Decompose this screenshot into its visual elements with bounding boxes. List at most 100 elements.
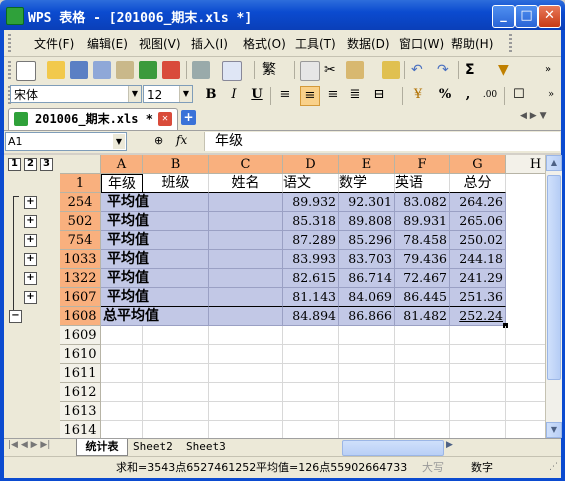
empty-grid[interactable] [101, 326, 545, 438]
cell-empty[interactable] [209, 307, 283, 326]
cell-english[interactable]: 79.436 [395, 250, 450, 269]
format-painter-icon[interactable] [382, 61, 400, 79]
cell-average-label[interactable]: 平均值 [101, 288, 209, 307]
bold-button[interactable]: B [202, 86, 220, 104]
open-folder-icon[interactable] [47, 61, 65, 79]
outline-level-2-button[interactable]: 2 [24, 158, 37, 171]
sheet-nav-icons[interactable]: |◀ ◀ ▶ ▶| [8, 440, 50, 450]
worksheet-grid[interactable]: 1 2 3 + + + + + + − A B C D E F G H 1 年级… [4, 155, 545, 438]
export-pdf-icon[interactable] [162, 61, 180, 79]
font-size-combo[interactable]: 12 ▼ [143, 85, 193, 103]
cell-total-average-label[interactable]: 总平均值 [101, 307, 209, 326]
cell-chinese[interactable]: 85.318 [283, 212, 339, 231]
minimize-button[interactable]: _ [492, 5, 515, 28]
formatbar-overflow-icon[interactable]: » [542, 86, 560, 104]
align-right-icon[interactable]: ≡ [324, 86, 342, 104]
column-header-d[interactable]: D [283, 155, 339, 174]
save-icon[interactable] [70, 61, 88, 79]
row-header[interactable]: 1322 [60, 269, 101, 288]
copy-icon[interactable] [300, 61, 320, 81]
cell-math[interactable]: 83.703 [339, 250, 395, 269]
outline-level-3-button[interactable]: 3 [40, 158, 53, 171]
document-tab[interactable]: 201006_期末.xls * ✕ [8, 108, 178, 130]
sheet-tab-statistics[interactable]: 统计表 [76, 439, 128, 456]
close-tab-icon[interactable]: ✕ [158, 112, 172, 126]
fx-icon[interactable]: fx [176, 133, 187, 147]
expand-group-button[interactable]: + [24, 291, 37, 304]
cell-english[interactable]: 83.082 [395, 193, 450, 212]
print-preview-icon[interactable] [116, 61, 134, 79]
collapse-group-button[interactable]: − [9, 310, 22, 323]
font-name-combo[interactable]: 宋体 ▼ [10, 85, 142, 103]
maximize-button[interactable]: □ [515, 5, 538, 28]
cell-math[interactable]: 92.301 [339, 193, 395, 212]
row-header[interactable]: 1609 [60, 326, 101, 345]
menu-tools[interactable]: 工具(T) [295, 35, 336, 52]
cell-d1[interactable]: 语文 [283, 174, 339, 193]
chevron-down-icon[interactable]: ▼ [179, 86, 192, 102]
cut-icon[interactable]: ✂ [324, 61, 336, 79]
expand-group-button[interactable]: + [24, 272, 37, 285]
zoom-function-icon[interactable]: ⊕ [154, 134, 163, 147]
column-header-e[interactable]: E [339, 155, 395, 174]
cell-chinese[interactable]: 87.289 [283, 231, 339, 250]
paste-icon[interactable] [346, 61, 364, 79]
menu-file[interactable]: 文件(F) [34, 35, 74, 52]
row-header[interactable]: 1611 [60, 364, 101, 383]
menu-help[interactable]: 帮助(H) [451, 35, 493, 52]
column-header-g[interactable]: G [450, 155, 506, 174]
cell-f1[interactable]: 英语 [395, 174, 450, 193]
undo-icon[interactable]: ↶ [411, 61, 423, 79]
cell-total[interactable]: 244.18 [450, 250, 506, 269]
formula-input[interactable]: 年级 [204, 132, 560, 151]
save-as-icon[interactable] [93, 61, 111, 79]
scroll-right-icon[interactable]: ▶ [446, 440, 453, 450]
name-box[interactable]: A1 ▼ [5, 132, 127, 151]
cell-total[interactable]: 251.36 [450, 288, 506, 307]
menu-format[interactable]: 格式(O) [243, 35, 286, 52]
scroll-down-icon[interactable]: ▼ [546, 422, 562, 438]
cell-average-label[interactable]: 平均值 [101, 269, 209, 288]
cell-english[interactable]: 72.467 [395, 269, 450, 288]
row-header[interactable]: 1608 [60, 307, 101, 326]
cell-average-label[interactable]: 平均值 [101, 212, 209, 231]
comma-button[interactable]: , [459, 86, 477, 104]
cell-empty[interactable] [209, 269, 283, 288]
chevron-down-icon[interactable]: ▼ [113, 134, 125, 149]
outline-level-1-button[interactable]: 1 [8, 158, 21, 171]
autosum-icon[interactable]: Σ [465, 61, 475, 79]
cell-empty[interactable] [209, 250, 283, 269]
preview-icon[interactable] [222, 61, 242, 81]
menu-view[interactable]: 视图(V) [139, 35, 181, 52]
cell-average-label[interactable]: 平均值 [101, 231, 209, 250]
chevron-down-icon[interactable]: ▼ [128, 86, 141, 102]
currency-icon[interactable]: ¥ [409, 86, 427, 104]
cell-english[interactable]: 89.931 [395, 212, 450, 231]
row-header[interactable]: 1614 [60, 421, 101, 438]
cell-english[interactable]: 86.445 [395, 288, 450, 307]
cell-average-label[interactable]: 平均值 [101, 193, 209, 212]
row-header[interactable]: 1610 [60, 345, 101, 364]
cell-english[interactable]: 81.482 [395, 307, 450, 326]
cell-english[interactable]: 78.458 [395, 231, 450, 250]
column-header-f[interactable]: F [395, 155, 450, 174]
cell-empty[interactable] [209, 193, 283, 212]
expand-group-button[interactable]: + [24, 234, 37, 247]
underline-button[interactable]: U [248, 86, 266, 104]
column-header-b[interactable]: B [143, 155, 209, 174]
tab-scroll-icon[interactable]: ◀ ▶ ▼ [520, 111, 547, 121]
row-header[interactable]: 1033 [60, 250, 101, 269]
borders-icon[interactable]: ☐ [510, 86, 528, 104]
row-header[interactable]: 754 [60, 231, 101, 250]
cell-total[interactable]: 250.02 [450, 231, 506, 250]
filter-icon[interactable]: ▼ [498, 61, 509, 79]
new-tab-icon[interactable]: + [181, 110, 196, 125]
title-bar[interactable]: WPS 表格 - [201006_期末.xls *] _ □ ✕ [0, 0, 565, 30]
cell-chinese[interactable]: 81.143 [283, 288, 339, 307]
column-header-c[interactable]: C [209, 155, 283, 174]
expand-group-button[interactable]: + [24, 196, 37, 209]
align-center-icon[interactable]: ≡ [300, 86, 320, 106]
expand-group-button[interactable]: + [24, 215, 37, 228]
cell-total[interactable]: 241.29 [450, 269, 506, 288]
cell-e1[interactable]: 数学 [339, 174, 395, 193]
